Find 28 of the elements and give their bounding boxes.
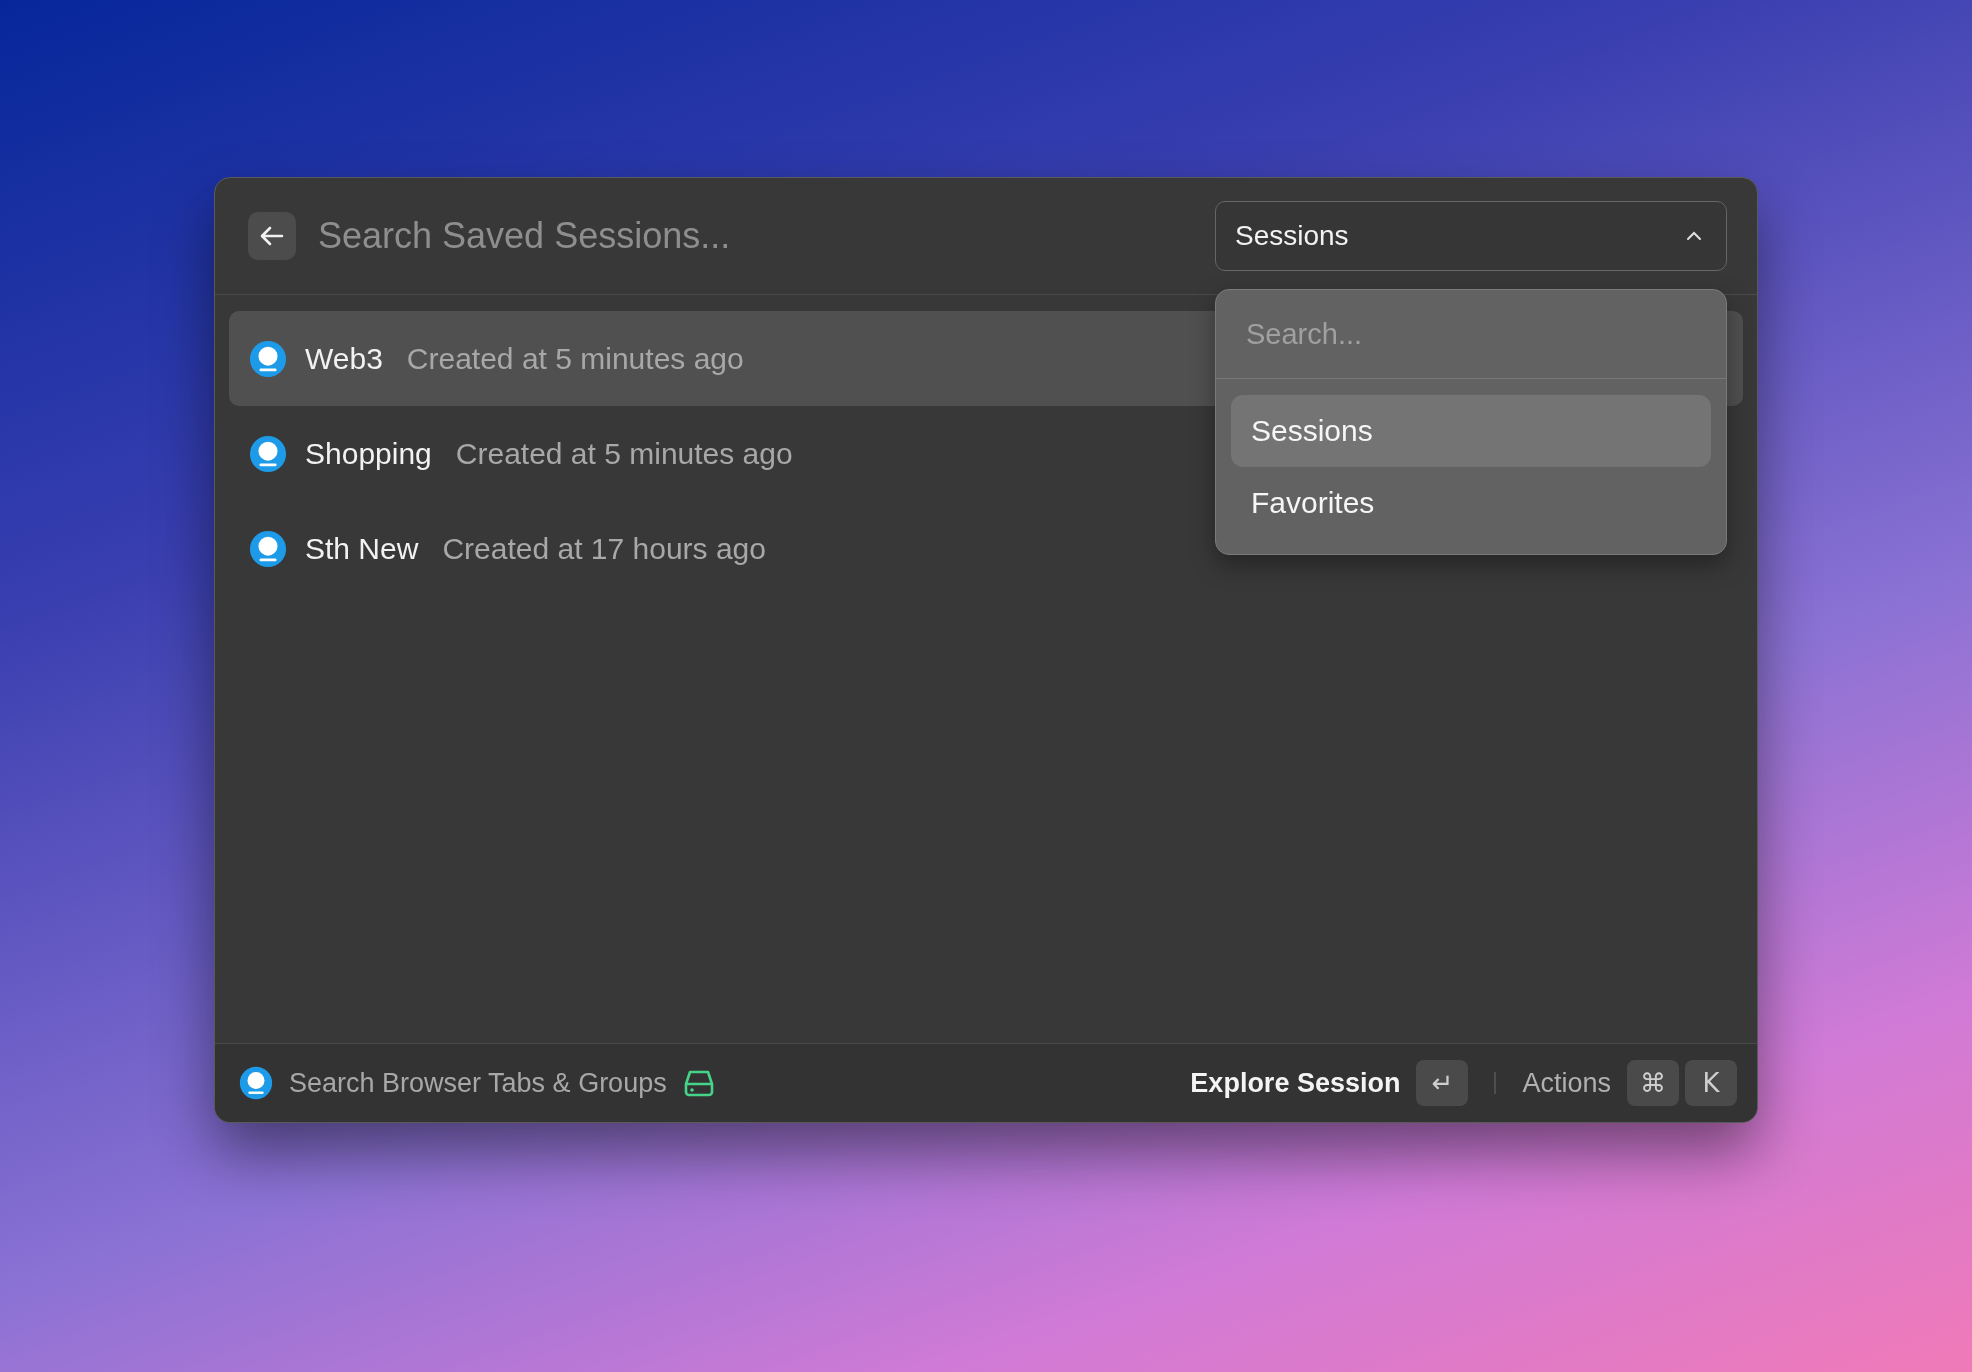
enter-key: ↵ <box>1416 1060 1469 1106</box>
session-row[interactable]: Sth New Created at 17 hours ago <box>229 501 1183 596</box>
drive-icon <box>682 1068 715 1098</box>
dropdown-option[interactable]: Favorites <box>1231 467 1711 539</box>
session-icon <box>249 339 287 378</box>
session-created: Created at 5 minutes ago <box>406 341 744 376</box>
search-field[interactable]: Search Saved Sessions... <box>316 214 1195 258</box>
footer-title: Search Browser Tabs & Groups <box>289 1067 667 1099</box>
chevron-icon <box>1686 231 1702 241</box>
shortcut-key: K <box>1685 1060 1737 1106</box>
actions-action[interactable]: Actions <box>1522 1067 1611 1099</box>
session-icon <box>249 529 287 568</box>
session-row[interactable]: Shopping Created at 5 minutes ago <box>229 406 1183 501</box>
dropdown-search-field[interactable]: Search... <box>1216 290 1726 379</box>
dropdown-option[interactable]: Sessions <box>1231 395 1711 467</box>
filter-dropdown[interactable]: Sessions <box>1215 201 1727 271</box>
back-button[interactable] <box>248 212 296 260</box>
session-icon <box>239 1066 273 1100</box>
session-created: Created at 5 minutes ago <box>455 436 793 471</box>
dropdown-search-input[interactable]: Search... <box>1246 317 1696 351</box>
session-icon <box>249 434 287 473</box>
session-name: Sth New <box>305 531 419 566</box>
explore-session-action[interactable]: Explore Session <box>1190 1067 1401 1099</box>
back-arrow-icon <box>260 226 284 246</box>
session-created: Created at 17 hours ago <box>442 531 766 566</box>
session-name: Web3 <box>305 341 383 376</box>
session-name: Shopping <box>305 436 432 471</box>
shortcut-key: ⌘ <box>1627 1060 1679 1106</box>
